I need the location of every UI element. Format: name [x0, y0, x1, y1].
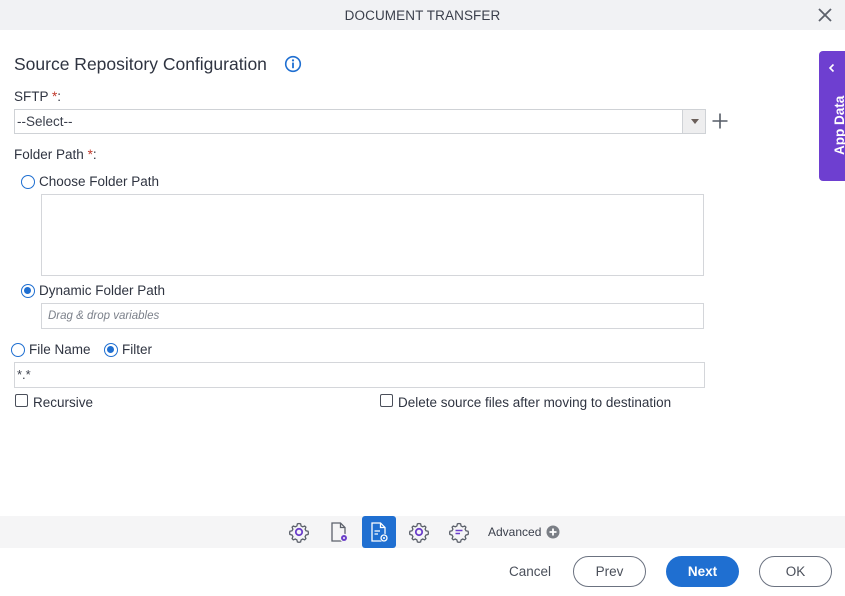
- settings-gear-icon: [288, 522, 310, 543]
- choose-folder-path-radio[interactable]: [21, 175, 35, 189]
- file-name-radio[interactable]: [11, 343, 25, 357]
- prev-button[interactable]: Prev: [573, 556, 646, 587]
- gear-icon: [408, 522, 430, 543]
- chevron-left-icon: [828, 63, 835, 73]
- advanced-label[interactable]: Advanced: [488, 525, 541, 539]
- folder-path-label: Folder Path *:: [14, 147, 97, 162]
- dialog-title: DOCUMENT TRANSFER: [344, 8, 501, 23]
- delete-source-label[interactable]: Delete source files after moving to dest…: [398, 395, 671, 410]
- sftp-label-text: SFTP: [14, 89, 49, 104]
- filter-radio[interactable]: [104, 343, 118, 357]
- label-colon: :: [92, 147, 97, 162]
- close-icon[interactable]: [816, 6, 834, 24]
- dialog-titlebar: DOCUMENT TRANSFER: [0, 0, 845, 30]
- info-icon[interactable]: [284, 55, 302, 73]
- plus-circle-icon[interactable]: [546, 525, 560, 539]
- label-colon: :: [57, 89, 62, 104]
- section-title: Source Repository Configuration: [14, 54, 267, 74]
- gear-list-icon: [448, 522, 470, 543]
- dynamic-folder-path-radio[interactable]: [21, 284, 35, 298]
- filter-label[interactable]: Filter: [122, 342, 152, 357]
- step-toolbar: Advanced: [0, 516, 845, 548]
- toolbar-gear-list-button[interactable]: [442, 516, 476, 548]
- filter-input[interactable]: *.*: [14, 362, 705, 388]
- recursive-checkbox[interactable]: [15, 394, 28, 407]
- sftp-label: SFTP *:: [14, 89, 61, 104]
- sftp-select-value: --Select--: [17, 114, 73, 129]
- sftp-select[interactable]: --Select--: [14, 109, 706, 134]
- toolbar-document-config-button[interactable]: [362, 516, 396, 548]
- dynamic-folder-path-label[interactable]: Dynamic Folder Path: [39, 283, 165, 298]
- cancel-button[interactable]: Cancel: [509, 564, 551, 579]
- toolbar-gear-button[interactable]: [402, 516, 436, 548]
- file-name-label[interactable]: File Name: [29, 342, 91, 357]
- document-config-icon: [371, 522, 389, 543]
- choose-folder-path-label[interactable]: Choose Folder Path: [39, 174, 159, 189]
- app-data-panel-tab[interactable]: App Data: [819, 51, 845, 181]
- recursive-label[interactable]: Recursive: [33, 395, 93, 410]
- dynamic-folder-path-input[interactable]: Drag & drop variables: [41, 303, 704, 329]
- next-button[interactable]: Next: [666, 556, 739, 587]
- plus-icon[interactable]: [711, 112, 729, 130]
- dynamic-folder-path-placeholder: Drag & drop variables: [48, 310, 160, 322]
- toolbar-document-settings-button[interactable]: [322, 516, 356, 548]
- app-data-label: App Data: [832, 95, 845, 155]
- ok-button[interactable]: OK: [759, 556, 832, 587]
- filter-input-value: *.*: [17, 367, 31, 382]
- document-settings-icon: [331, 522, 349, 543]
- choose-folder-path-box[interactable]: [41, 194, 704, 276]
- dropdown-arrow-icon[interactable]: [682, 110, 705, 133]
- toolbar-settings-button[interactable]: [282, 516, 316, 548]
- folder-path-label-text: Folder Path: [14, 147, 84, 162]
- delete-source-checkbox[interactable]: [380, 394, 393, 407]
